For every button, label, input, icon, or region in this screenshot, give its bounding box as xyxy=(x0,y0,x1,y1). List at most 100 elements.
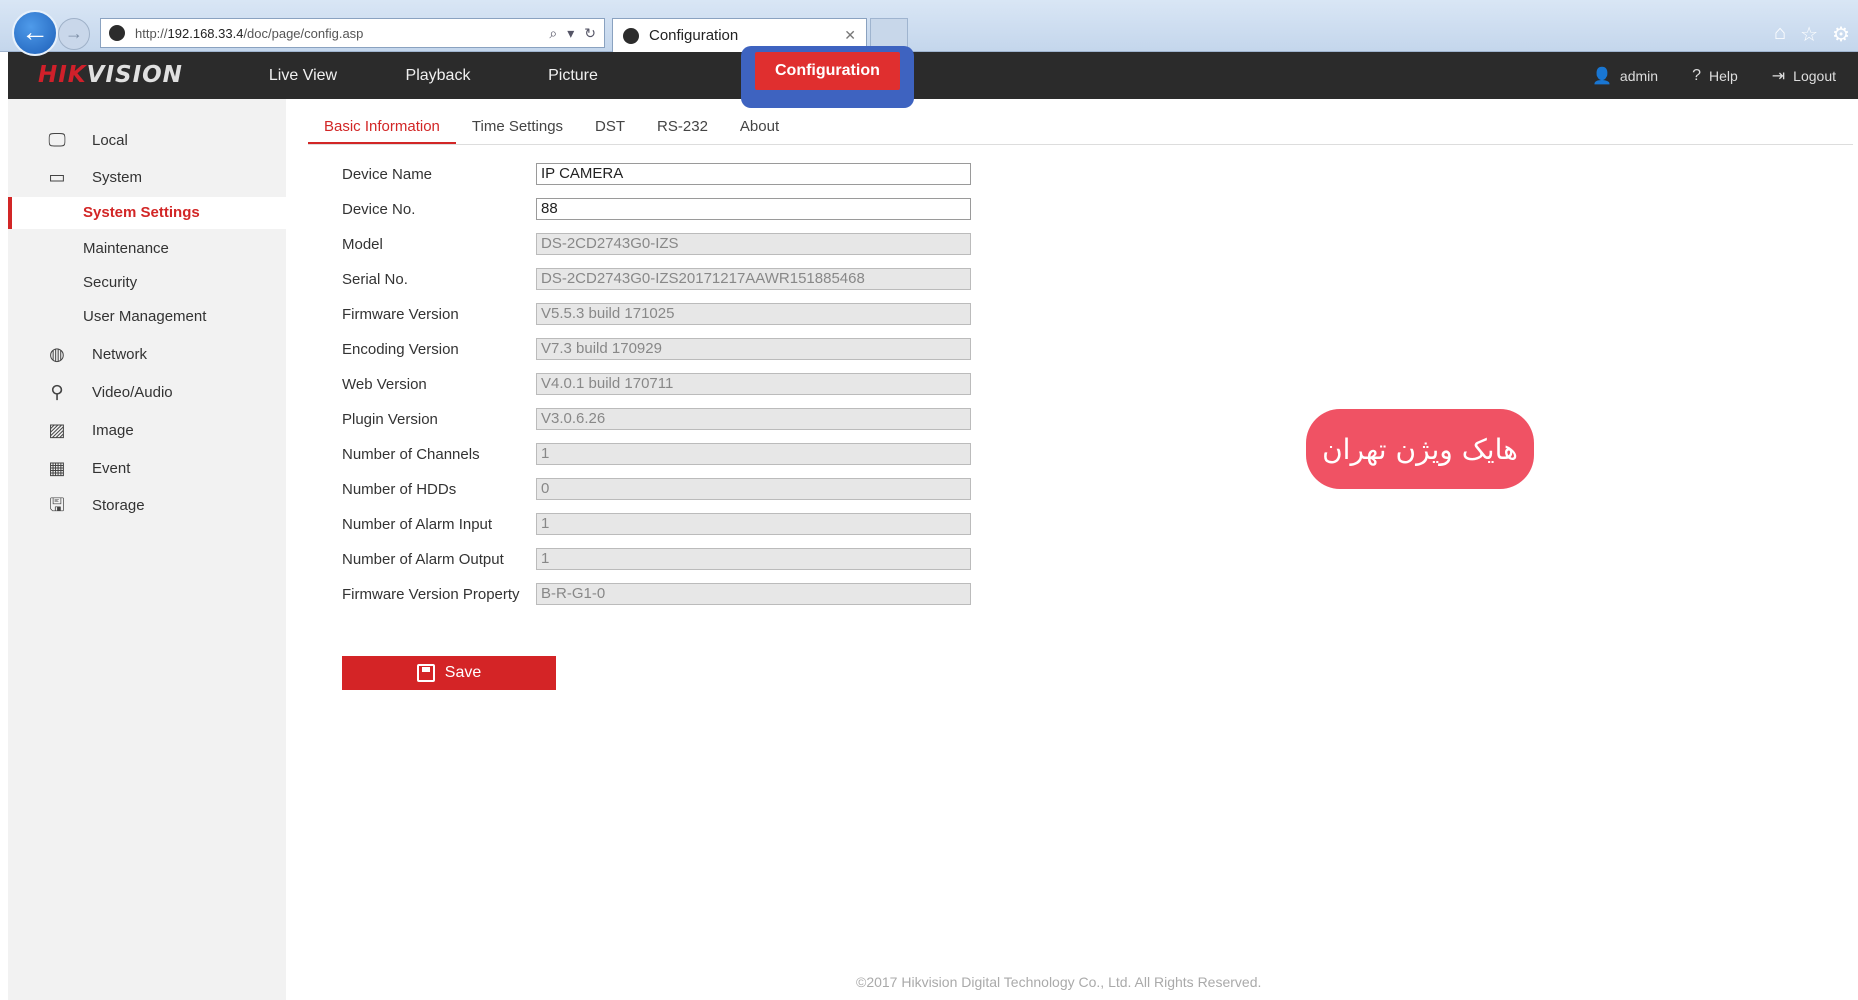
sidebar-item-label: Event xyxy=(92,459,131,477)
settings-gear-icon[interactable]: ⚙ xyxy=(1832,22,1850,47)
site-favicon-icon xyxy=(109,25,125,41)
field-label: Number of Channels xyxy=(342,446,480,463)
url-path: /doc/page/config.asp xyxy=(243,25,364,41)
sidebar-item-system[interactable]: ▭ System xyxy=(8,160,286,194)
form-row-number-of-channels: Number of Channels 1 xyxy=(342,441,982,471)
form-row-alarm-output: Number of Alarm Output 1 xyxy=(342,546,982,576)
sidebar-item-network[interactable]: ◍ Network xyxy=(8,337,286,371)
sidebar-item-label: Network xyxy=(92,345,148,363)
url-prefix: http:// xyxy=(135,25,168,41)
search-icon[interactable]: ⌕ xyxy=(549,25,557,42)
field-label: Model xyxy=(342,236,383,253)
help-label: Help xyxy=(1708,67,1738,84)
field-label: Plugin Version xyxy=(342,411,438,428)
subtab-bar: Basic Information Time Settings DST RS-2… xyxy=(308,113,795,145)
form-row-device-name: Device Name IP CAMERA xyxy=(342,161,982,191)
field-label: Firmware Version Property xyxy=(342,586,520,603)
sidebar-item-image[interactable]: ▨ Image xyxy=(8,413,286,447)
device-name-input[interactable]: IP CAMERA xyxy=(536,163,971,185)
refresh-icon[interactable]: ↻ xyxy=(584,25,596,42)
app-header: HIKVISION Live View Playback Picture Con… xyxy=(8,46,1858,108)
firmware-version-property-field: B-R-G1-0 xyxy=(536,583,971,605)
watermark-badge: هایک ویژن تهران xyxy=(1306,409,1534,489)
tab-close-icon[interactable]: ✕ xyxy=(844,27,856,44)
browser-toolbar: ← → http://192.168.33.4/doc/page/config.… xyxy=(0,0,1858,56)
tab-about[interactable]: About xyxy=(724,113,795,145)
logout-link[interactable]: ⇥ Logout xyxy=(1772,66,1836,86)
back-arrow-icon[interactable]: ← xyxy=(12,10,58,56)
sidebar-item-label: Image xyxy=(92,421,134,439)
copyright-footer: ©2017 Hikvision Digital Technology Co., … xyxy=(856,974,1262,990)
form-row-firmware-version-property: Firmware Version Property B-R-G1-0 xyxy=(342,581,982,611)
field-label: Device Name xyxy=(342,166,433,183)
subtab-divider xyxy=(308,144,1853,145)
plugin-version-field: V3.0.6.26 xyxy=(536,408,971,430)
sidebar-item-label: Video/Audio xyxy=(92,383,173,401)
system-icon: ▭ xyxy=(48,167,66,187)
sidebar-sub-maintenance[interactable]: Maintenance xyxy=(8,233,286,265)
form-row-web-version: Web Version V4.0.1 build 170711 xyxy=(342,371,982,401)
home-icon[interactable]: ⌂ xyxy=(1774,22,1786,47)
form-row-serial-no: Serial No. DS-2CD2743G0-IZS20171217AAWR1… xyxy=(342,266,982,296)
help-link[interactable]: ? Help xyxy=(1692,67,1738,85)
nav-live-view[interactable]: Live View xyxy=(258,52,348,99)
user-menu[interactable]: 👤 admin xyxy=(1592,66,1658,86)
encoding-version-field: V7.3 build 170929 xyxy=(536,338,971,360)
nav-picture[interactable]: Picture xyxy=(528,52,618,99)
hikvision-logo: HIKVISION xyxy=(38,62,183,88)
field-label: Serial No. xyxy=(342,271,408,288)
globe-icon: ◍ xyxy=(49,344,65,364)
storage-icon: 🖫 xyxy=(49,495,65,515)
field-label: Number of Alarm Output xyxy=(342,551,504,568)
form-row-plugin-version: Plugin Version V3.0.6.26 xyxy=(342,406,982,436)
url-text[interactable]: http://192.168.33.4/doc/page/config.asp xyxy=(135,26,549,41)
model-field: DS-2CD2743G0-IZS xyxy=(536,233,971,255)
forward-arrow-icon[interactable]: → xyxy=(58,18,90,50)
sidebar-item-label: Storage xyxy=(92,496,145,514)
tab-time-settings[interactable]: Time Settings xyxy=(456,113,579,145)
sidebar-item-event[interactable]: ▦ Event xyxy=(8,451,286,485)
field-label: Device No. xyxy=(342,201,416,218)
field-label: Number of Alarm Input xyxy=(342,516,493,533)
url-host: 192.168.33.4 xyxy=(167,25,244,41)
tab-dst[interactable]: DST xyxy=(579,113,641,145)
tab-rs232[interactable]: RS-232 xyxy=(641,113,724,145)
user-icon: 👤 xyxy=(1592,67,1612,85)
form-row-number-of-hdds: Number of HDDs 0 xyxy=(342,476,982,506)
form-row-alarm-input: Number of Alarm Input 1 xyxy=(342,511,982,541)
header-user-tools: 👤 admin ? Help ⇥ Logout xyxy=(1592,52,1836,99)
address-bar[interactable]: http://192.168.33.4/doc/page/config.asp … xyxy=(100,18,605,48)
logo-red-part: HIK xyxy=(38,62,87,88)
main-content: Basic Information Time Settings DST RS-2… xyxy=(286,99,1858,1000)
image-icon: ▨ xyxy=(48,420,66,440)
sidebar: 🖵 Local ▭ System System Settings Mainten… xyxy=(8,99,286,1000)
dropdown-icon[interactable]: ▾ xyxy=(567,25,574,42)
sidebar-sub-security[interactable]: Security xyxy=(8,267,286,299)
tab-basic-information[interactable]: Basic Information xyxy=(308,113,456,145)
sidebar-sub-system-settings[interactable]: System Settings xyxy=(8,197,286,229)
sidebar-item-video-audio[interactable]: ⚲ Video/Audio xyxy=(8,375,286,409)
nav-configuration[interactable]: Configuration xyxy=(755,52,900,90)
user-name: admin xyxy=(1619,67,1659,84)
browser-right-tools: ⌂ ☆ ⚙ xyxy=(1774,22,1850,47)
sidebar-item-label: Local xyxy=(92,131,128,149)
sidebar-item-storage[interactable]: 🖫 Storage xyxy=(8,488,286,522)
favorites-star-icon[interactable]: ☆ xyxy=(1800,22,1818,47)
serial-no-field: DS-2CD2743G0-IZS20171217AAWR151885468 xyxy=(536,268,971,290)
save-label: Save xyxy=(444,664,482,681)
form-row-encoding-version: Encoding Version V7.3 build 170929 xyxy=(342,336,982,366)
field-label: Firmware Version xyxy=(342,306,459,323)
sidebar-item-label: System xyxy=(92,168,143,186)
tab-favicon-icon xyxy=(623,27,639,44)
sidebar-sub-user-management[interactable]: User Management xyxy=(8,301,286,333)
save-button[interactable]: Save xyxy=(342,656,556,690)
nav-playback[interactable]: Playback xyxy=(393,52,483,99)
field-label: Number of HDDs xyxy=(342,481,457,498)
device-no-input[interactable]: 88 xyxy=(536,198,971,220)
field-label: Web Version xyxy=(342,376,427,393)
logout-label: Logout xyxy=(1793,67,1836,84)
alarm-input-field: 1 xyxy=(536,513,971,535)
sidebar-item-local[interactable]: 🖵 Local xyxy=(8,123,286,157)
save-floppy-icon xyxy=(416,664,435,682)
firmware-version-field: V5.5.3 build 171025 xyxy=(536,303,971,325)
